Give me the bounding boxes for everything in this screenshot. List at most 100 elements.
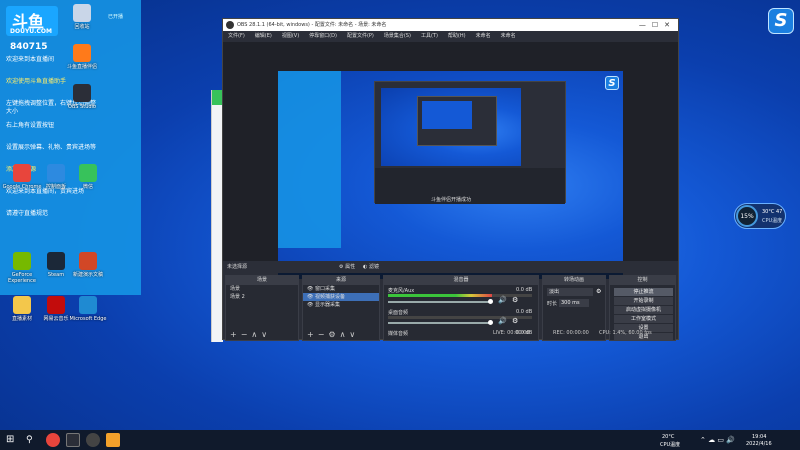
scenes-toolbar[interactable]: +−∧∨ — [226, 330, 298, 340]
obs-menubar: 文件(F) 编辑(E) 视图(V) 停靠窗口(D) 配置文件(P) 场景集合(S) 工具(T… — [223, 31, 678, 42]
folder-icon — [13, 296, 31, 314]
wechat-desktop-icon[interactable]: 微信 — [68, 164, 108, 190]
menu-item[interactable]: 停靠窗口(D) — [304, 31, 342, 42]
menu-item[interactable]: 文件(F) — [223, 31, 250, 42]
obs-window[interactable]: OBS 28.1.1 (64-bit, windows) - 配置文件: 未命名… — [222, 18, 679, 341]
music-icon — [47, 296, 65, 314]
source-toolbar: 未选择源 ⚙ 属性 ◐ 滤镜 — [223, 261, 678, 273]
nested-caption: 斗鱼伴侣开播成功 — [431, 197, 472, 203]
control-button[interactable]: 开始录制 — [614, 297, 673, 305]
record-icon[interactable] — [86, 433, 100, 447]
control-button[interactable]: 启动虚拟摄像机 — [614, 306, 673, 314]
wechat-icon — [79, 164, 97, 182]
obs-desktop-icon[interactable]: OBS Studio — [62, 84, 102, 110]
chat-message: 请遵守直播规范 — [6, 210, 49, 217]
tray-icons[interactable]: ⌃ ☁ ▭ 🔊 — [700, 436, 735, 444]
no-source-label: 未选择源 — [227, 264, 248, 270]
scenes-title: 场景 — [226, 276, 298, 285]
douyu-desktop-icon[interactable]: 斗鱼直播伴侣 — [62, 44, 102, 70]
obs-icon[interactable] — [66, 433, 80, 447]
obs-icon — [73, 84, 91, 102]
volume-slider[interactable] — [388, 322, 490, 324]
cpu-widget[interactable]: 15% 30°C 47 CPU温度 — [734, 203, 786, 229]
steam-icon — [47, 252, 65, 270]
app-logo-icon: S — [605, 76, 619, 90]
clock-time: 19:04 — [752, 434, 767, 440]
chat-message: 设置展示弹幕、礼物、贵宾进场等 — [6, 144, 97, 151]
volume-knob[interactable] — [488, 320, 493, 325]
menu-item[interactable]: 未命名 — [471, 31, 496, 42]
mixer-channel-name: 桌面音频 — [388, 310, 409, 316]
scenes-dock: 场景 场景 场景 2 +−∧∨ — [225, 275, 299, 341]
rec-timer: REC: 00:00:00 — [553, 330, 589, 336]
duration-label: 时长 — [547, 301, 558, 307]
search-icon[interactable]: ⚲ — [26, 433, 40, 447]
menu-item[interactable]: 工具(T) — [416, 31, 443, 42]
control-button[interactable]: 停止推流 — [614, 288, 673, 296]
preview-canvas[interactable]: 斗鱼伴侣开播成功 S — [278, 71, 623, 279]
source-item[interactable]: 👁 窗口采集 — [303, 285, 379, 293]
mixer-channel-name: 媒体音频 — [388, 331, 409, 337]
nested-obs-window: 斗鱼伴侣开播成功 — [374, 81, 566, 204]
speaker-icon[interactable]: 🔊 — [498, 296, 507, 304]
edge-desktop-icon[interactable]: Microsoft Edge — [68, 296, 108, 322]
mixer-title: 混音器 — [384, 276, 538, 285]
gear-icon[interactable]: ⚙ — [596, 288, 601, 295]
sources-dock: 来源 👁 窗口采集 👁 视频捕获设备 👁 显示器采集 +−⚙∧∨ — [302, 275, 380, 341]
scene-item[interactable]: 场景 — [226, 285, 298, 293]
menu-item[interactable]: 帮助(H) — [443, 31, 471, 42]
desktop-icon-label: 新建演示文稿 — [72, 272, 103, 278]
volume-slider[interactable] — [388, 301, 490, 303]
source-item-selected[interactable]: 👁 视频捕获设备 — [303, 293, 379, 301]
douyu-icon — [73, 44, 91, 62]
menu-item[interactable]: 配置文件(P) — [342, 31, 379, 42]
volume-knob[interactable] — [488, 299, 493, 304]
gear-icon[interactable]: ⚙ — [512, 317, 518, 325]
weather-temp: 20°C — [662, 434, 675, 440]
transition-select[interactable]: 淡出 — [547, 288, 593, 296]
ppt-desktop-icon[interactable]: 新建演示文稿 — [68, 252, 108, 278]
chrome-icon[interactable] — [46, 433, 60, 447]
cpu-usage-circle: 15% — [736, 205, 758, 227]
desktop-icon-label: 斗鱼直播伴侣 — [66, 64, 97, 70]
control-button[interactable]: 工作室模式 — [614, 315, 673, 323]
audio-meter — [388, 294, 492, 297]
filters-button[interactable]: ◐ 滤镜 — [363, 263, 379, 270]
edge-icon — [79, 296, 97, 314]
properties-button[interactable]: ⚙ 属性 — [339, 263, 355, 270]
live-status-label: 已开播 — [108, 14, 124, 20]
clock-date: 2022/4/16 — [746, 441, 772, 447]
menu-item[interactable]: 编辑(E) — [250, 31, 277, 42]
cpu-status: CPU: 1.4%, 60.00 fps — [599, 330, 652, 336]
cpu-temp: 30°C 47 — [762, 209, 783, 215]
nested-preview — [381, 88, 521, 166]
viewer-count: 840715 — [10, 42, 48, 52]
source-item[interactable]: 👁 显示器采集 — [303, 301, 379, 309]
taskbar: ⊞ ⚲ 20°C CPU温度 ⌃ ☁ ▭ 🔊 19:04 2022/4/16 — [0, 430, 800, 450]
start-button[interactable]: ⊞ — [6, 433, 20, 447]
ppt-icon — [79, 252, 97, 270]
desktop-icon-label: OBS Studio — [68, 104, 96, 110]
menu-item[interactable]: 场景集合(S) — [379, 31, 416, 42]
app-logo-icon[interactable]: S — [768, 8, 794, 34]
desktop-icon-label: 回收站 — [74, 24, 90, 30]
nvidia-icon — [13, 252, 31, 270]
sources-title: 来源 — [303, 276, 379, 285]
recycle-bin-desktop-icon[interactable]: 回收站 — [62, 4, 102, 30]
obs-titlebar[interactable]: OBS 28.1.1 (64-bit, windows) - 配置文件: 未命名… — [223, 19, 678, 31]
gear-icon[interactable]: ⚙ — [512, 296, 518, 304]
controls-title: 控制 — [610, 276, 675, 285]
menu-item[interactable]: 视图(V) — [277, 31, 304, 42]
douyu-taskbar-icon[interactable] — [106, 433, 120, 447]
speaker-icon[interactable]: 🔊 — [498, 317, 507, 325]
desktop-icon-label: Microsoft Edge — [69, 316, 107, 322]
desktop-icon-label: 微信 — [82, 184, 93, 190]
scene-item[interactable]: 场景 2 — [226, 293, 298, 301]
window-controls[interactable]: —☐✕ — [639, 19, 676, 31]
control-panel-icon — [47, 164, 65, 182]
chrome-icon — [13, 164, 31, 182]
duration-input[interactable]: 300 ms — [559, 299, 589, 307]
recycle-bin-icon — [73, 4, 91, 22]
sources-toolbar[interactable]: +−⚙∧∨ — [303, 330, 379, 340]
menu-item[interactable]: 未命名 — [496, 31, 521, 42]
